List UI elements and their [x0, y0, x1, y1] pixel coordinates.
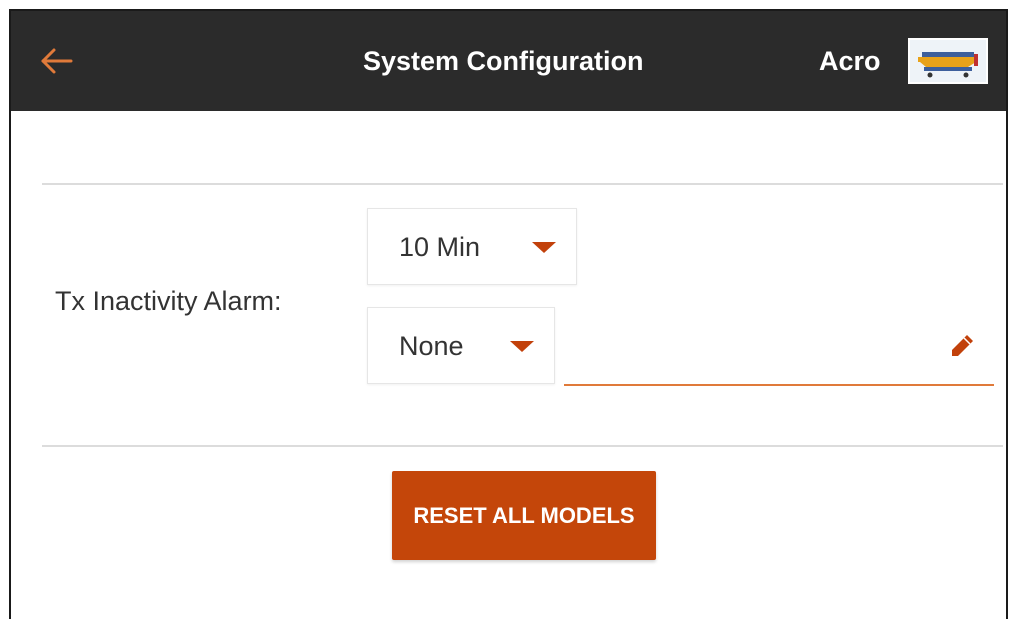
- back-button[interactable]: [37, 43, 77, 79]
- model-name: Acro: [819, 46, 881, 76]
- model-thumbnail[interactable]: [908, 38, 988, 84]
- caret-down-icon: [532, 242, 556, 253]
- alert-type-dropdown[interactable]: None: [367, 307, 555, 384]
- page-title: System Configuration: [363, 46, 644, 76]
- arrow-left-icon: [41, 48, 73, 74]
- inactivity-alarm-label: Tx Inactivity Alarm:: [55, 286, 282, 316]
- inactivity-time-dropdown[interactable]: 10 Min: [367, 208, 577, 285]
- alert-text-field[interactable]: [564, 307, 994, 386]
- edit-button[interactable]: [947, 331, 977, 361]
- divider-top: [42, 183, 1003, 185]
- alert-type-value: None: [399, 331, 464, 361]
- app-header: System Configuration Acro: [11, 11, 1006, 111]
- reset-all-models-button[interactable]: RESET ALL MODELS: [392, 471, 656, 560]
- caret-down-icon: [510, 341, 534, 352]
- pencil-icon: [952, 335, 973, 356]
- airplane-icon: [910, 40, 986, 82]
- divider-bottom: [42, 445, 1003, 447]
- screen-frame: System Configuration Acro Tx Inactivity …: [9, 9, 1008, 619]
- inactivity-time-value: 10 Min: [399, 232, 481, 262]
